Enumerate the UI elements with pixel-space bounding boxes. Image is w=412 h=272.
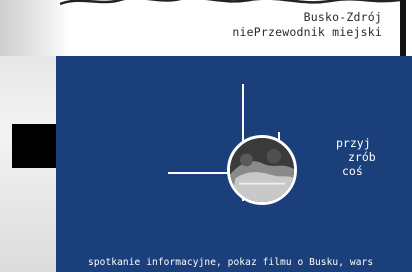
handwriting-scribble-icon: [60, 0, 400, 6]
tagline-line-2: zrób: [348, 150, 376, 164]
side-black-tab: [12, 124, 56, 168]
site-title: Busko-Zdrój niePrzewodnik miejski: [232, 10, 382, 40]
tagline-line-1: przyj: [336, 136, 371, 150]
top-divider: [400, 0, 406, 56]
site-title-subtitle[interactable]: niePrzewodnik miejski: [232, 25, 382, 40]
site-title-city[interactable]: Busko-Zdrój: [232, 10, 382, 25]
thumbnail-image-icon: [230, 138, 294, 202]
hero-panel: przyj zrób coś spotkanie informacyjne, p…: [56, 56, 412, 272]
hero-tagline: przyj zrób coś: [336, 136, 376, 178]
top-banner: Busko-Zdrój niePrzewodnik miejski: [0, 0, 412, 56]
event-description: spotkanie informacyjne, pokaz filmu o Bu…: [88, 257, 374, 268]
photo-thumbnail[interactable]: [227, 135, 297, 205]
top-photo-strip: [0, 0, 70, 56]
tagline-line-3: coś: [342, 164, 363, 178]
